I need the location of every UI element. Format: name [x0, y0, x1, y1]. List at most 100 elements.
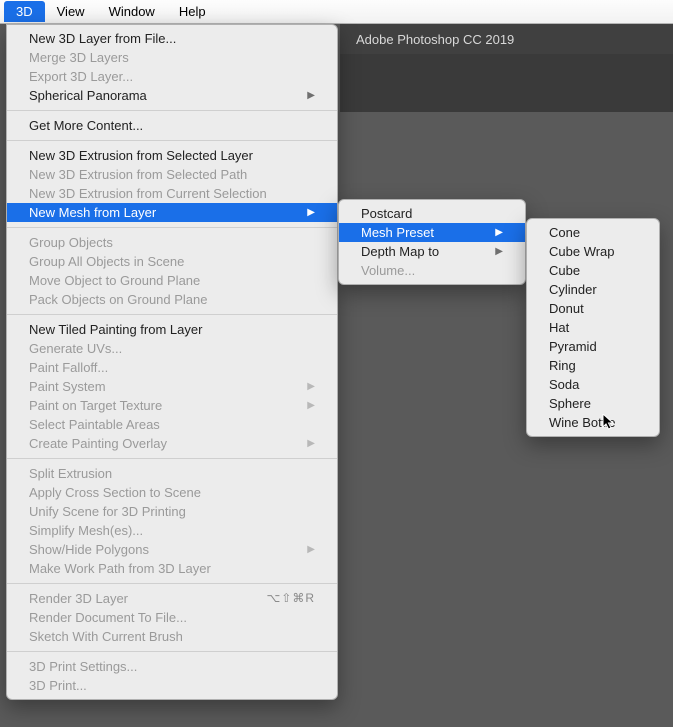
menu-item-label: Export 3D Layer... [29, 67, 315, 86]
menu-item-label: Mesh Preset [361, 223, 487, 242]
menu-item-label: Paint Falloff... [29, 358, 315, 377]
menu-item[interactable]: Depth Map to ▶ [339, 242, 525, 261]
menu-item[interactable]: New 3D Layer from File... [7, 29, 337, 48]
menu-item: Render 3D Layer⌥⇧⌘R [7, 589, 337, 608]
menu-item: Show/Hide Polygons ▶ [7, 540, 337, 559]
menu-shortcut: ⌥⇧⌘R [266, 589, 315, 608]
menu-item[interactable]: New Tiled Painting from Layer [7, 320, 337, 339]
menu-item-label: Cone [549, 223, 637, 242]
menu-item-label: Donut [549, 299, 637, 318]
menu-item[interactable]: Donut [527, 299, 659, 318]
menu-item-label: Generate UVs... [29, 339, 315, 358]
menu-item[interactable]: Get More Content... [7, 116, 337, 135]
menu-item[interactable]: Soda [527, 375, 659, 394]
submenu-arrow-icon: ▶ [307, 396, 315, 415]
menu-item[interactable]: Cone [527, 223, 659, 242]
menu-item[interactable]: Cube Wrap [527, 242, 659, 261]
menu-item: Unify Scene for 3D Printing [7, 502, 337, 521]
menu-separator [7, 583, 337, 584]
menu-item-label: Apply Cross Section to Scene [29, 483, 315, 502]
submenu-arrow-icon: ▶ [307, 86, 315, 105]
menu-item-label: Soda [549, 375, 637, 394]
menu-item: Render Document To File... [7, 608, 337, 627]
submenu-arrow-icon: ▶ [307, 377, 315, 396]
menu-item: Paint System ▶ [7, 377, 337, 396]
menubar-item-3d[interactable]: 3D [4, 1, 45, 22]
menu-item: Export 3D Layer... [7, 67, 337, 86]
menubar-item-window[interactable]: Window [97, 1, 167, 22]
menu-item: Make Work Path from 3D Layer [7, 559, 337, 578]
menubar: 3D View Window Help [0, 0, 673, 24]
menu-item-label: Sphere [549, 394, 637, 413]
menu-item[interactable]: Ring [527, 356, 659, 375]
menu-item-label: New 3D Extrusion from Current Selection [29, 184, 315, 203]
menu-item: Simplify Mesh(es)... [7, 521, 337, 540]
menu-item-label: Wine Bottle [549, 413, 637, 432]
menu-item[interactable]: Mesh Preset ▶ [339, 223, 525, 242]
submenu-arrow-icon: ▶ [495, 223, 503, 242]
menu-separator [7, 110, 337, 111]
menu-item-label: Select Paintable Areas [29, 415, 315, 434]
menu-item: Sketch With Current Brush [7, 627, 337, 646]
menu-item[interactable]: Sphere [527, 394, 659, 413]
menu-item-label: New 3D Extrusion from Selected Path [29, 165, 315, 184]
menu-item-label: Render 3D Layer [29, 589, 266, 608]
menu-item-label: Render Document To File... [29, 608, 315, 627]
menu-item-label: Move Object to Ground Plane [29, 271, 315, 290]
menu-item: Generate UVs... [7, 339, 337, 358]
menu-item: Split Extrusion [7, 464, 337, 483]
menu-separator [7, 227, 337, 228]
menu-item-label: Paint System [29, 377, 299, 396]
menu-item-label: Group All Objects in Scene [29, 252, 315, 271]
menu-item[interactable]: Postcard [339, 204, 525, 223]
menu-item: 3D Print Settings... [7, 657, 337, 676]
menu-separator [7, 458, 337, 459]
menu-item-label: Make Work Path from 3D Layer [29, 559, 315, 578]
app-title: Adobe Photoshop CC 2019 [356, 32, 514, 47]
menu-item-label: Spherical Panorama [29, 86, 299, 105]
menu-item[interactable]: Hat [527, 318, 659, 337]
menu-separator [7, 140, 337, 141]
menubar-item-view[interactable]: View [45, 1, 97, 22]
menu-item-label: Split Extrusion [29, 464, 315, 483]
submenu-new-mesh-from-layer: PostcardMesh Preset▶Depth Map to▶Volume.… [338, 199, 526, 285]
menu-item: Create Painting Overlay ▶ [7, 434, 337, 453]
menubar-item-help[interactable]: Help [167, 1, 218, 22]
menu-item-label: Pyramid [549, 337, 637, 356]
menu-item: New 3D Extrusion from Current Selection [7, 184, 337, 203]
menu-item: Pack Objects on Ground Plane [7, 290, 337, 309]
menu-separator [7, 651, 337, 652]
menu-item: 3D Print... [7, 676, 337, 695]
menu-item-label: Cube [549, 261, 637, 280]
submenu-arrow-icon: ▶ [307, 540, 315, 559]
menu-item-label: Create Painting Overlay [29, 434, 299, 453]
menu-item-label: New Tiled Painting from Layer [29, 320, 315, 339]
menu-item: Group All Objects in Scene [7, 252, 337, 271]
submenu-arrow-icon: ▶ [495, 242, 503, 261]
menu-item[interactable]: New Mesh from Layer▶ [7, 203, 337, 222]
menu-item[interactable]: Cube [527, 261, 659, 280]
menu-item-label: Simplify Mesh(es)... [29, 521, 315, 540]
menu-item-label: Depth Map to [361, 242, 487, 261]
menu-item[interactable]: New 3D Extrusion from Selected Layer [7, 146, 337, 165]
menu-item: Volume... [339, 261, 525, 280]
menu-item[interactable]: Wine Bottle [527, 413, 659, 432]
menu-item-label: Get More Content... [29, 116, 315, 135]
menu-item[interactable]: Spherical Panorama ▶ [7, 86, 337, 105]
menu-item: Group Objects [7, 233, 337, 252]
options-bar-region [340, 54, 673, 112]
menu-item-label: Postcard [361, 204, 503, 223]
menu-item-label: Hat [549, 318, 637, 337]
menu-item-label: 3D Print Settings... [29, 657, 315, 676]
menu-item-label: New Mesh from Layer [29, 203, 299, 222]
menu-item-label: Sketch With Current Brush [29, 627, 315, 646]
menu-item: Paint Falloff... [7, 358, 337, 377]
menu-item-label: Show/Hide Polygons [29, 540, 299, 559]
menu-item-label: Merge 3D Layers [29, 48, 315, 67]
menu-item-label: Paint on Target Texture [29, 396, 299, 415]
menu-item[interactable]: Cylinder [527, 280, 659, 299]
submenu-arrow-icon: ▶ [307, 434, 315, 453]
menu-item[interactable]: Pyramid [527, 337, 659, 356]
menu-item-label: Group Objects [29, 233, 315, 252]
menu-item-label: 3D Print... [29, 676, 315, 695]
